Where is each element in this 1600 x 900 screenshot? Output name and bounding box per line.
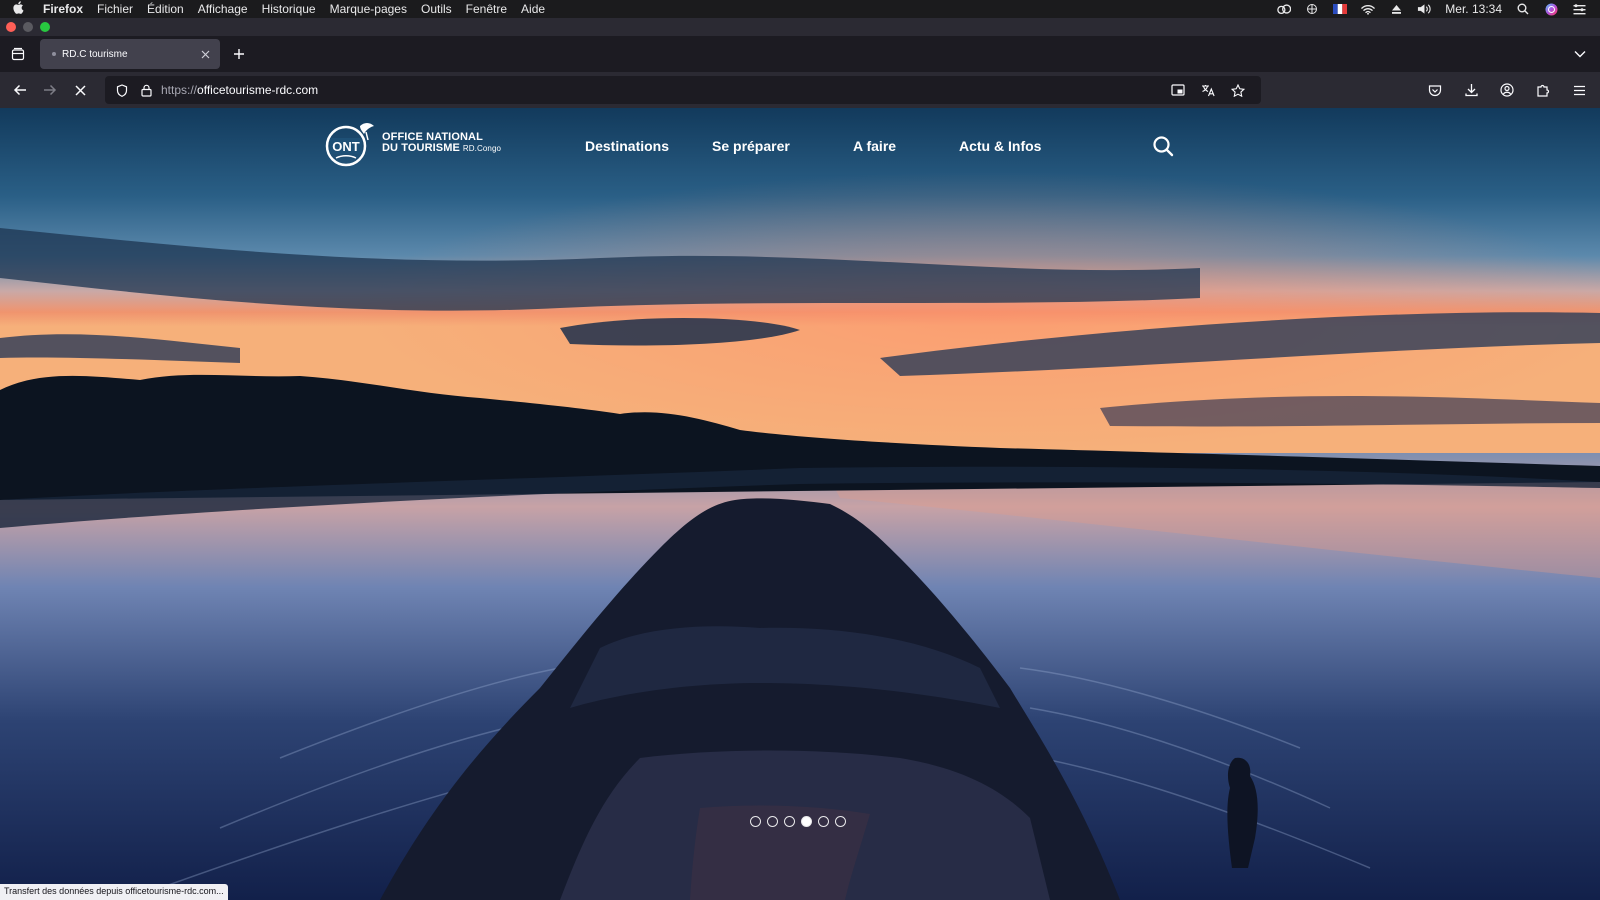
menu-historique[interactable]: Historique [255, 2, 323, 16]
hero-carousel-pagination [0, 816, 1600, 830]
nav-link-a-faire[interactable]: A faire [853, 138, 896, 154]
svg-text:ONT: ONT [332, 139, 360, 154]
menu-fichier[interactable]: Fichier [90, 2, 140, 16]
lock-icon[interactable] [137, 81, 155, 99]
list-all-tabs-chevron-icon[interactable] [1568, 42, 1592, 66]
carousel-dot[interactable] [750, 816, 761, 827]
tab-close-icon[interactable] [198, 47, 212, 61]
siri-icon[interactable] [1544, 3, 1558, 15]
picture-in-picture-icon[interactable] [1169, 81, 1187, 99]
input-source-flag-icon[interactable] [1333, 3, 1348, 15]
tab-strip: RD.C tourisme [0, 36, 1600, 72]
url-scheme: https:// [161, 83, 198, 97]
extensions-puzzle-icon[interactable] [1528, 75, 1558, 105]
logo-text: OFFICE NATIONAL DU TOURISME RD.Congo [382, 132, 501, 154]
carousel-dot[interactable] [767, 816, 778, 827]
url-host: officetourisme-rdc.com [197, 83, 319, 97]
pocket-icon[interactable] [1420, 75, 1450, 105]
window-title-bar [0, 18, 1600, 36]
stop-loading-icon[interactable] [65, 75, 95, 105]
nav-link-se-preparer[interactable]: Se préparer [712, 138, 790, 154]
menu-fenetre[interactable]: Fenêtre [459, 2, 514, 16]
menu-outils[interactable]: Outils [414, 2, 459, 16]
network-icon[interactable] [1305, 3, 1319, 15]
nav-link-actu-infos[interactable]: Actu & Infos [959, 138, 1041, 154]
eject-icon[interactable] [1389, 3, 1403, 15]
wifi-icon[interactable] [1361, 3, 1376, 15]
tab-title: RD.C tourisme [62, 48, 128, 60]
carousel-dot[interactable] [818, 816, 829, 827]
carousel-dot[interactable] [784, 816, 795, 827]
account-icon[interactable] [1492, 75, 1522, 105]
menu-marque-pages[interactable]: Marque-pages [323, 2, 414, 16]
carousel-dots [750, 816, 846, 827]
menu-app-firefox[interactable]: Firefox [36, 2, 90, 16]
tab-loading-icon [52, 52, 56, 56]
carousel-dot[interactable] [835, 816, 846, 827]
bookmark-star-icon[interactable] [1229, 81, 1247, 99]
creative-cloud-icon[interactable] [1277, 3, 1292, 15]
carousel-dot[interactable] [801, 816, 812, 827]
tracking-protection-shield-icon[interactable] [113, 81, 131, 99]
site-header: ONT OFFICE NATIONAL DU TOURISME RD.Congo … [0, 108, 1600, 188]
spotlight-search-icon[interactable] [1516, 3, 1530, 15]
logo-suffix: RD.Congo [462, 144, 502, 153]
menu-affichage[interactable]: Affichage [191, 2, 255, 16]
site-search-icon[interactable] [1152, 135, 1176, 159]
navigation-toolbar: https://officetourisme-rdc.com [0, 72, 1600, 108]
menu-bar-clock[interactable]: Mer. 13:34 [1445, 2, 1502, 16]
tab-list-icon[interactable] [0, 36, 36, 72]
apple-icon[interactable] [0, 1, 36, 17]
forward-arrow-icon[interactable] [35, 75, 65, 105]
site-logo[interactable]: ONT OFFICE NATIONAL DU TOURISME RD.Congo [322, 118, 501, 168]
control-center-icon[interactable] [1572, 3, 1586, 15]
back-arrow-icon[interactable] [5, 75, 35, 105]
window-zoom-button[interactable] [40, 22, 50, 32]
logo-line-2: DU TOURISME [382, 142, 460, 154]
address-bar[interactable]: https://officetourisme-rdc.com [105, 76, 1261, 104]
nav-link-destinations[interactable]: Destinations [585, 138, 669, 154]
menu-aide[interactable]: Aide [514, 2, 552, 16]
new-tab-button[interactable] [224, 39, 254, 69]
tab-active[interactable]: RD.C tourisme [40, 39, 220, 69]
volume-icon[interactable] [1417, 3, 1431, 15]
browser-status-text: Transfert des données depuis officetouri… [0, 884, 228, 900]
url-text: https://officetourisme-rdc.com [161, 83, 1169, 97]
downloads-icon[interactable] [1456, 75, 1486, 105]
translate-icon[interactable] [1199, 81, 1217, 99]
hamburger-menu-icon[interactable] [1564, 75, 1594, 105]
menu-edition[interactable]: Édition [140, 2, 191, 16]
window-minimize-button[interactable] [23, 22, 33, 32]
hero-background-image [0, 108, 1600, 900]
web-page: ONT OFFICE NATIONAL DU TOURISME RD.Congo … [0, 108, 1600, 900]
ont-logo-icon: ONT [325, 123, 374, 167]
window-close-button[interactable] [6, 22, 16, 32]
macos-menu-bar: Firefox Fichier Édition Affichage Histor… [0, 0, 1600, 18]
